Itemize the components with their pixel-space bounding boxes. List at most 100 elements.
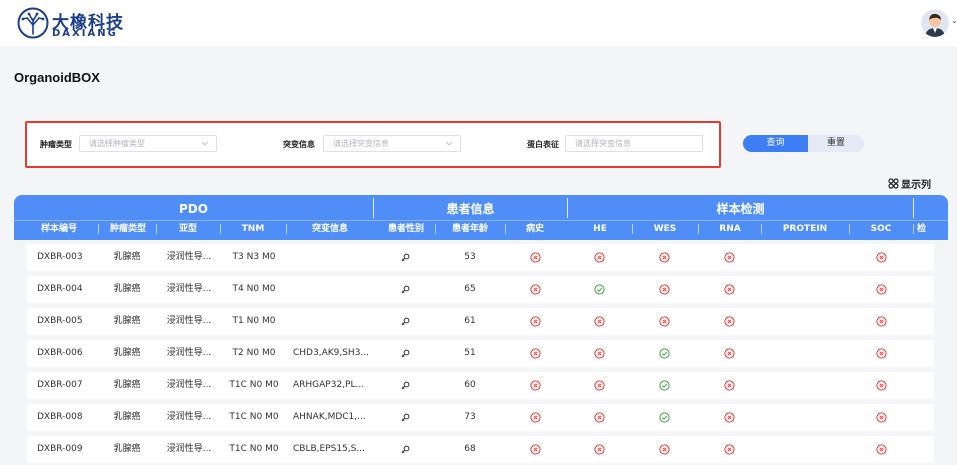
- logo-mark-icon: [17, 7, 49, 39]
- status-fail-icon: [876, 412, 887, 423]
- cell-tumor-type: 乳腺癌: [113, 284, 141, 294]
- show-columns-label: 显示列: [901, 180, 931, 191]
- status-pass-icon: [659, 348, 670, 359]
- column-patient-sex[interactable]: 患者性别: [382, 222, 430, 236]
- table-row[interactable]: DXBR-006 乳腺癌 浸润性导... T2 N0 M0 CHD3,AK9,SH3..…: [27, 340, 934, 367]
- status-fail-icon: [876, 444, 887, 455]
- status-fail-icon: [659, 252, 670, 263]
- column-divider: [698, 224, 699, 234]
- reset-button[interactable]: 重置: [808, 135, 864, 152]
- cell-patient-age: 73: [464, 412, 476, 422]
- status-fail-icon: [530, 284, 541, 295]
- show-columns-button[interactable]: 显示列: [888, 176, 931, 191]
- column-divider: [156, 224, 157, 234]
- status-fail-icon: [594, 412, 605, 423]
- female-icon: [401, 445, 410, 454]
- column-more[interactable]: 检: [917, 222, 947, 236]
- tumor-type-label: 肿瘤类型: [40, 140, 72, 149]
- cell-patient-age: 65: [464, 284, 476, 294]
- cell-protein: [749, 436, 833, 463]
- column-divider: [849, 224, 850, 234]
- column-sample-id[interactable]: 样本编号: [24, 222, 94, 236]
- cell-protein: [749, 372, 833, 399]
- tumor-type-select[interactable]: 请选择肿瘤类型: [79, 135, 217, 152]
- column-divider: [761, 224, 762, 234]
- column-divider: [220, 224, 221, 234]
- column-divider: [505, 224, 506, 234]
- protein-input[interactable]: 请选择突变信息: [565, 135, 703, 152]
- column-divider: [913, 224, 914, 234]
- status-fail-icon: [594, 252, 605, 263]
- cell-tnm: T4 N0 M0: [232, 284, 276, 294]
- grid-settings-icon: [888, 178, 899, 189]
- column-he[interactable]: HE: [570, 222, 630, 236]
- status-fail-icon: [530, 444, 541, 455]
- status-fail-icon: [530, 316, 541, 327]
- cell-subtype: 浸润性导...: [166, 412, 212, 422]
- chevron-down-icon: [201, 141, 209, 146]
- cell-protein: [749, 276, 833, 303]
- status-fail-icon: [594, 348, 605, 359]
- column-history[interactable]: 病史: [507, 222, 563, 236]
- user-avatar[interactable]: [921, 9, 949, 37]
- brand-logo[interactable]: 大橡科技 DAXIANG: [17, 6, 137, 42]
- tumor-type-placeholder: 请选择肿瘤类型: [89, 139, 145, 148]
- cell-protein: [749, 244, 833, 271]
- status-fail-icon: [530, 348, 541, 359]
- status-fail-icon: [530, 380, 541, 391]
- cell-sample-id: DXBR-007: [37, 380, 83, 390]
- cell-subtype: 浸润性导...: [166, 252, 212, 262]
- column-wes[interactable]: WES: [634, 222, 696, 236]
- status-fail-icon: [659, 444, 670, 455]
- table-row[interactable]: DXBR-005 乳腺癌 浸润性导... T1 N0 M0 61: [27, 308, 934, 335]
- status-fail-icon: [724, 444, 735, 455]
- column-rna[interactable]: RNA: [700, 222, 760, 236]
- status-pass-icon: [659, 412, 670, 423]
- top-bar: 大橡科技 DAXIANG ⌄: [0, 0, 957, 46]
- cell-subtype: 浸润性导...: [166, 348, 212, 358]
- cell-tumor-type: 乳腺癌: [113, 380, 141, 390]
- cell-tnm: T1 N0 M0: [232, 316, 276, 326]
- status-fail-icon: [724, 252, 735, 263]
- column-soc[interactable]: SOC: [851, 222, 911, 236]
- status-fail-icon: [724, 348, 735, 359]
- cell-sample-id: DXBR-005: [37, 316, 83, 326]
- mutation-label: 突变信息: [283, 140, 315, 149]
- column-subtype[interactable]: 亚型: [158, 222, 218, 236]
- table-row[interactable]: DXBR-004 乳腺癌 浸润性导... T4 N0 M0 65: [27, 276, 934, 303]
- cell-patient-age: 60: [464, 380, 476, 390]
- column-tnm[interactable]: TNM: [222, 222, 284, 236]
- table-row[interactable]: DXBR-008 乳腺癌 浸润性导... T1C N0 M0 AHNAK,MDC1,..…: [27, 404, 934, 431]
- query-button[interactable]: 查询: [743, 135, 808, 152]
- table-header: PDO 患者信息 样本检测 样本编号 肿瘤类型 亚型 TNM 突变信息 患者性别…: [14, 195, 948, 240]
- table-row[interactable]: DXBR-007 乳腺癌 浸润性导... T1C N0 M0 ARHGAP32,PL..…: [27, 372, 934, 399]
- column-patient-age[interactable]: 患者年龄: [437, 222, 503, 236]
- cell-mutation: [293, 244, 377, 271]
- status-fail-icon: [876, 316, 887, 327]
- status-fail-icon: [876, 284, 887, 295]
- status-fail-icon: [724, 380, 735, 391]
- column-tumor-type[interactable]: 肿瘤类型: [100, 222, 156, 236]
- status-fail-icon: [876, 380, 887, 391]
- cell-mutation: AHNAK,MDC1,...: [293, 412, 366, 422]
- page-title: OrganoidBOX: [14, 70, 100, 85]
- table-row[interactable]: DXBR-003 乳腺癌 浸润性导... T3 N3 M0 53: [27, 244, 934, 271]
- female-icon: [401, 285, 410, 294]
- cell-tumor-type: 乳腺癌: [113, 316, 141, 326]
- column-mutation[interactable]: 突变信息: [288, 222, 372, 236]
- cell-mutation: CHD3,AK9,SH3...: [293, 348, 370, 358]
- column-protein[interactable]: PROTEIN: [763, 222, 847, 236]
- cell-protein: [749, 340, 833, 367]
- cell-subtype: 浸润性导...: [166, 284, 212, 294]
- table-row[interactable]: DXBR-009 乳腺癌 浸润性导... T1C N0 M0 CBLB,EPS15,S.…: [27, 436, 934, 463]
- mutation-select[interactable]: 请选择突变信息: [323, 135, 461, 152]
- cell-tumor-type: 乳腺癌: [113, 444, 141, 454]
- cell-tnm: T1C N0 M0: [229, 444, 279, 454]
- chevron-down-icon[interactable]: ⌄: [951, 17, 957, 25]
- cell-sample-id: DXBR-008: [37, 412, 83, 422]
- female-icon: [401, 381, 410, 390]
- user-avatar-icon: [921, 9, 949, 37]
- cell-subtype: 浸润性导...: [166, 380, 212, 390]
- cell-sample-id: DXBR-004: [37, 284, 83, 294]
- status-fail-icon: [724, 412, 735, 423]
